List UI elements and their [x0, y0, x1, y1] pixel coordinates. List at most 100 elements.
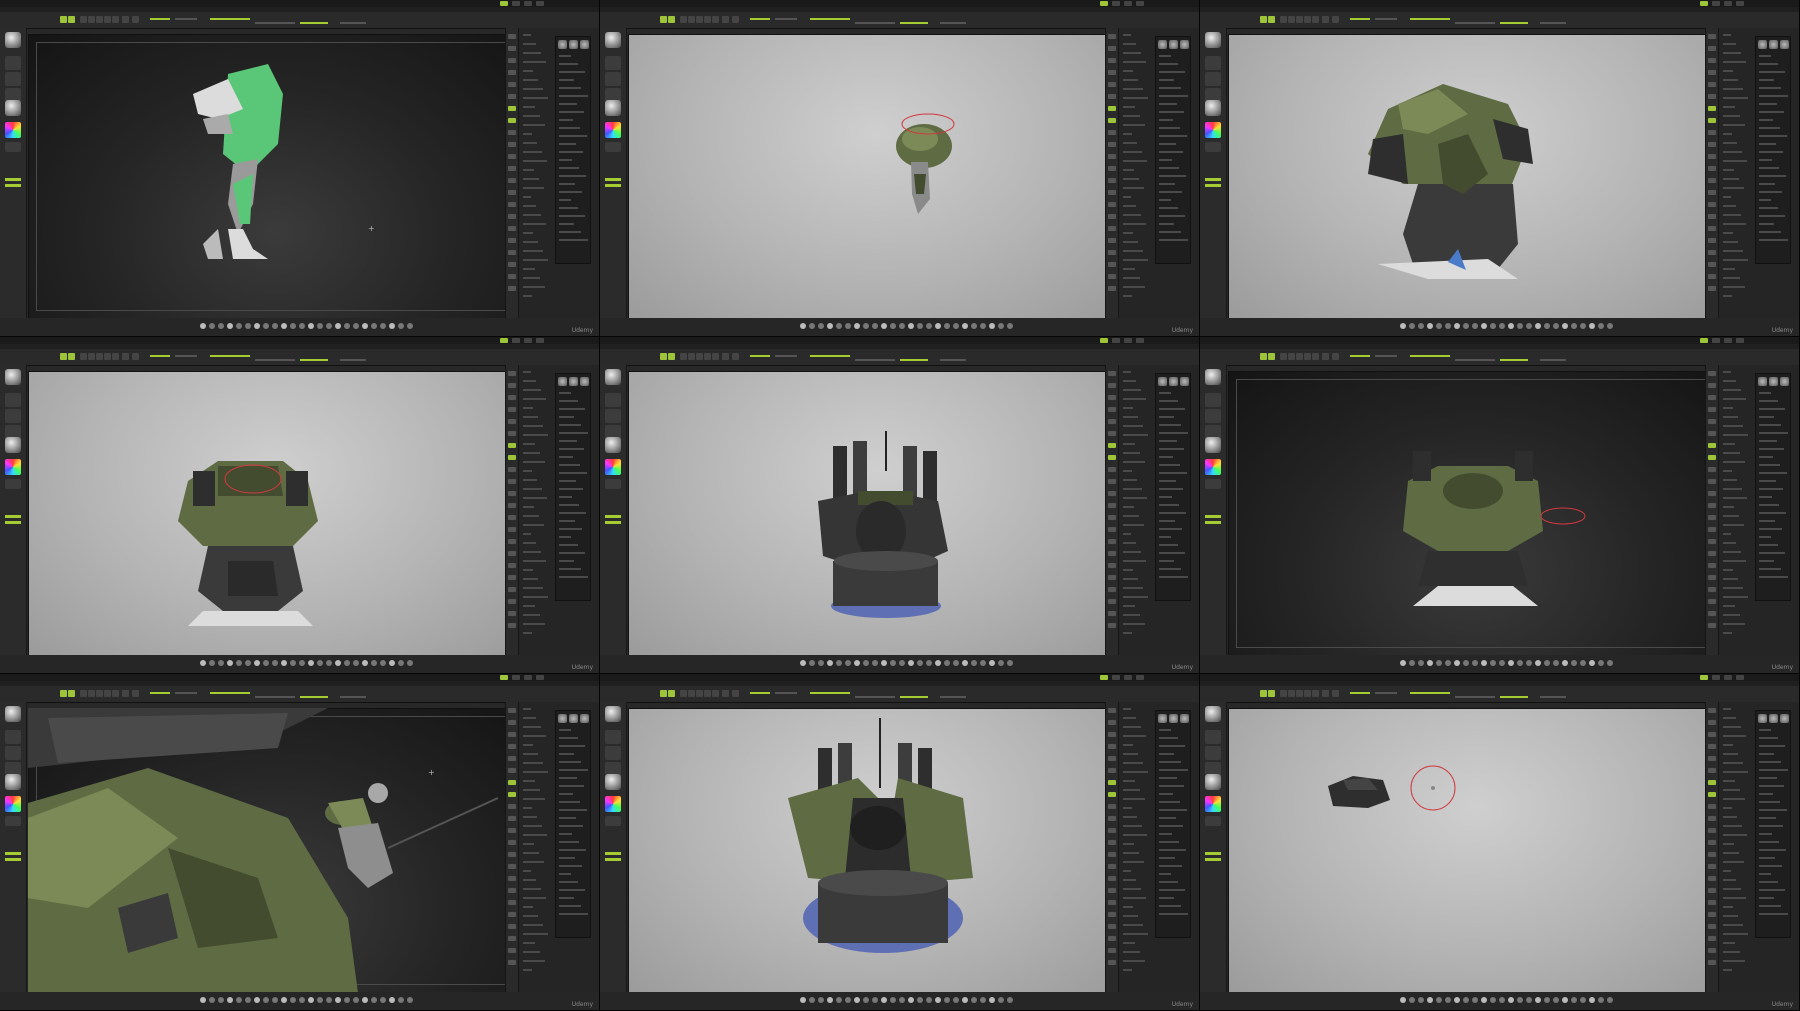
right-shelf-button[interactable] [1108, 491, 1116, 496]
palette-row[interactable] [1759, 729, 1771, 731]
palette-row[interactable] [1159, 841, 1179, 843]
shelf-slider[interactable] [1350, 355, 1370, 357]
bottom-tool-button[interactable] [989, 323, 995, 329]
palette-row[interactable] [1759, 761, 1781, 763]
shelf-tool-button[interactable] [132, 16, 139, 23]
palette-row[interactable] [523, 461, 545, 463]
bottom-tool-button[interactable] [1535, 323, 1541, 329]
palette-row[interactable] [1723, 924, 1743, 926]
palette-row[interactable] [1159, 753, 1174, 755]
shelf-tool-button[interactable] [122, 690, 129, 697]
palette-row[interactable] [559, 833, 572, 835]
bottom-tool-button[interactable] [353, 660, 359, 666]
palette-row[interactable] [1123, 816, 1137, 818]
right-shelf-button[interactable] [1708, 479, 1716, 484]
model-p9[interactable] [1228, 708, 1724, 993]
palette-row[interactable] [1759, 873, 1771, 875]
bottom-tool-button[interactable] [944, 660, 950, 666]
palette-row[interactable] [1123, 789, 1140, 791]
titlebar-button-2[interactable] [512, 675, 520, 680]
shelf-tool-button[interactable] [1288, 353, 1295, 360]
bottom-tool-button[interactable] [1418, 323, 1424, 329]
palette-row[interactable] [1723, 816, 1737, 818]
right-shelf-button[interactable] [1708, 732, 1716, 737]
color-picker-icon[interactable] [5, 122, 21, 138]
palette-row[interactable] [559, 223, 574, 225]
palette-row[interactable] [1759, 199, 1771, 201]
bottom-tool-button[interactable] [1571, 997, 1577, 1003]
shelf-tool-button[interactable] [1268, 16, 1275, 23]
bottom-tool-button[interactable] [362, 660, 368, 666]
bottom-tool-button[interactable] [1589, 660, 1595, 666]
bottom-tool-button[interactable] [1562, 997, 1568, 1003]
bottom-tool-button[interactable] [407, 323, 413, 329]
shelf-tool-button[interactable] [60, 353, 67, 360]
palette-row[interactable] [559, 480, 576, 482]
palette-row[interactable] [523, 434, 548, 436]
right-shelf-button[interactable] [1708, 912, 1716, 917]
palette-row[interactable] [1759, 897, 1774, 899]
palette-row[interactable] [559, 151, 583, 153]
right-shelf-button[interactable] [508, 527, 516, 532]
palette-row[interactable] [1759, 175, 1786, 177]
right-shelf-button[interactable] [1708, 178, 1716, 183]
palette-row[interactable] [1723, 470, 1732, 472]
bottom-tool-button[interactable] [962, 323, 968, 329]
right-shelf-button[interactable] [1708, 551, 1716, 556]
palette-row[interactable] [1723, 479, 1737, 481]
right-shelf-button[interactable] [508, 804, 516, 809]
palette-row[interactable] [523, 187, 544, 189]
palette-row[interactable] [1123, 88, 1143, 90]
palette-row[interactable] [1159, 873, 1171, 875]
palette-row[interactable] [559, 576, 588, 578]
bottom-tool-button[interactable] [308, 323, 314, 329]
palette-row[interactable] [523, 861, 544, 863]
bottom-tool-button[interactable] [854, 997, 860, 1003]
bottom-tool-button[interactable] [944, 323, 950, 329]
subtool-thumbnail[interactable] [569, 714, 578, 723]
palette-row[interactable] [1123, 906, 1133, 908]
right-shelf-button[interactable] [508, 407, 516, 412]
bottom-tool-button[interactable] [1526, 660, 1532, 666]
right-shelf-button[interactable] [1108, 732, 1116, 737]
palette-row[interactable] [1159, 825, 1183, 827]
viewport[interactable]: + [28, 34, 524, 319]
palette-row[interactable] [559, 889, 585, 891]
shelf-slider[interactable] [150, 692, 170, 694]
right-shelf-button[interactable] [508, 587, 516, 592]
palette-row[interactable] [1723, 951, 1740, 953]
palette-row[interactable] [1723, 861, 1744, 863]
palette-row[interactable] [1723, 34, 1731, 36]
palette-row[interactable] [1123, 578, 1138, 580]
bottom-tool-button[interactable] [389, 323, 395, 329]
palette-row[interactable] [1759, 111, 1784, 113]
right-shelf-button[interactable] [1108, 563, 1116, 568]
right-shelf-button[interactable] [1108, 575, 1116, 580]
color-swatch-icon[interactable] [5, 479, 21, 489]
titlebar-button-1[interactable] [500, 1, 508, 6]
palette-row[interactable] [1759, 239, 1788, 241]
palette-row[interactable] [1723, 789, 1740, 791]
palette-row[interactable] [559, 456, 573, 458]
right-shelf-button[interactable] [508, 383, 516, 388]
palette-row[interactable] [559, 416, 574, 418]
shelf-slider[interactable] [150, 18, 170, 20]
palette-row[interactable] [1123, 479, 1137, 481]
palette-row[interactable] [1723, 605, 1735, 607]
titlebar-button-1[interactable] [1100, 675, 1108, 680]
palette-row[interactable] [1723, 151, 1742, 153]
shelf-tool-button[interactable] [696, 16, 703, 23]
palette-row[interactable] [1723, 708, 1731, 710]
right-shelf-button[interactable] [508, 262, 516, 267]
bottom-tool-button[interactable] [236, 997, 242, 1003]
palette-row[interactable] [1759, 55, 1771, 57]
right-shelf-button[interactable] [508, 599, 516, 604]
palette-row[interactable] [1723, 753, 1738, 755]
right-shelf-button[interactable] [1708, 924, 1716, 929]
color-picker-icon[interactable] [1205, 122, 1221, 138]
bottom-tool-button[interactable] [1571, 323, 1577, 329]
right-shelf-button[interactable] [1708, 539, 1716, 544]
right-shelf-button[interactable] [508, 455, 516, 460]
shelf-slider[interactable] [1540, 22, 1566, 24]
palette-row[interactable] [559, 544, 578, 546]
